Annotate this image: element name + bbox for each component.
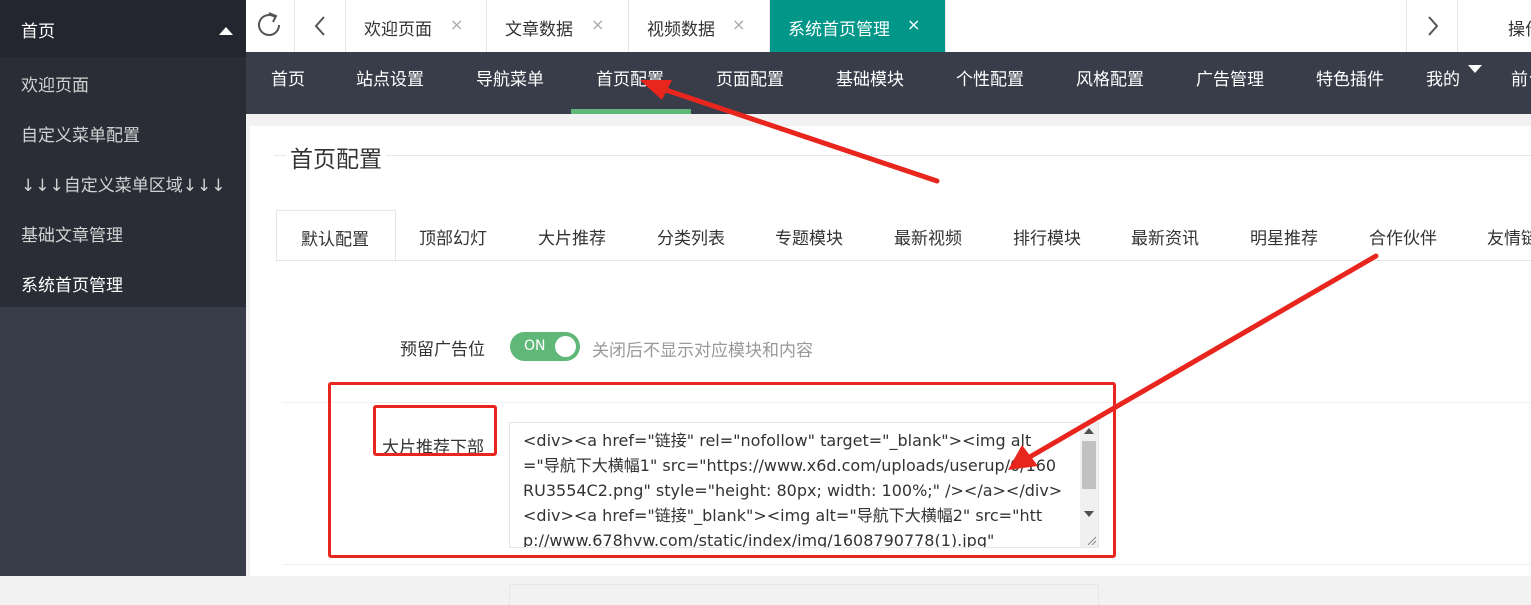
- switch-knob: [555, 336, 576, 357]
- tab-label: 默认配置: [301, 230, 369, 250]
- nav-label: 广告管理: [1196, 70, 1264, 90]
- tab-welcome[interactable]: 欢迎页面 ×: [346, 0, 487, 52]
- tab-label: 专题模块: [775, 229, 843, 249]
- caret-up-icon: [219, 27, 233, 35]
- section-title: 首页配置: [286, 140, 386, 174]
- tab-label: 欢迎页面: [364, 20, 432, 40]
- fieldset-border: [274, 155, 1531, 156]
- nav-label: 导航菜单: [476, 70, 544, 90]
- next-field-input[interactable]: [509, 584, 1099, 605]
- close-icon[interactable]: ×: [591, 15, 604, 34]
- sidebar-item-custom-menu-area[interactable]: ↓↓↓自定义菜单区域↓↓↓: [0, 157, 246, 207]
- sidebar-item-label: 欢迎页面: [21, 76, 89, 96]
- nav-label: 站点设置: [356, 70, 424, 90]
- sidebar-item-custom-menu[interactable]: 自定义菜单配置: [0, 107, 246, 157]
- close-icon[interactable]: ×: [450, 15, 463, 34]
- tab-label: 视频数据: [647, 20, 715, 40]
- sidebar-header-label: 首页: [21, 22, 55, 42]
- tab-label: 系统首页管理: [788, 20, 890, 40]
- tab-home-manage[interactable]: 系统首页管理 ×: [770, 0, 946, 52]
- nav-label: 特色插件: [1316, 70, 1384, 90]
- ad-slot-hint: 关闭后不显示对应模块和内容: [592, 341, 813, 361]
- sidebar-item-home-manage[interactable]: 系统首页管理: [0, 257, 246, 307]
- tab-label: 顶部幻灯: [419, 229, 487, 249]
- refresh-icon: [258, 12, 280, 36]
- sidebar-item-label: 基础文章管理: [21, 226, 123, 246]
- nav-label: 首页: [271, 70, 305, 90]
- sidebar-item-welcome[interactable]: 欢迎页面: [0, 57, 246, 107]
- nav-label: 基础模块: [836, 70, 904, 90]
- sidebar-submenu: 欢迎页面 自定义菜单配置 ↓↓↓自定义菜单区域↓↓↓ 基础文章管理 系统首页管理: [0, 57, 246, 307]
- close-icon[interactable]: ×: [907, 15, 920, 34]
- tab-operations-menu[interactable]: 操作: [1508, 15, 1531, 40]
- nav-label: 风格配置: [1076, 70, 1144, 90]
- nav-label: 我的: [1426, 70, 1460, 90]
- nav-label: 前台: [1511, 70, 1531, 90]
- ad-slot-label: 预留广告位: [400, 340, 485, 360]
- refresh-button[interactable]: [246, 0, 295, 52]
- tab-article-data[interactable]: 文章数据 ×: [487, 0, 629, 52]
- sidebar-item-article-manage[interactable]: 基础文章管理: [0, 207, 246, 257]
- tab-label: 合作伙伴: [1369, 229, 1437, 249]
- page-tabbar: 欢迎页面 × 文章数据 × 视频数据 × 系统首页管理 × 操作: [246, 0, 1531, 53]
- nav-label: 个性配置: [956, 70, 1024, 90]
- close-icon[interactable]: ×: [732, 15, 745, 34]
- sidebar-header[interactable]: 首页: [0, 0, 246, 57]
- tab-video-data[interactable]: 视频数据 ×: [629, 0, 770, 52]
- sidebar-item-label: 系统首页管理: [21, 276, 123, 296]
- nav-label: 首页配置: [596, 70, 664, 90]
- sidebar: 首页 欢迎页面 自定义菜单配置 ↓↓↓自定义菜单区域↓↓↓ 基础文章管理 系统首…: [0, 0, 246, 576]
- tab-label: 排行模块: [1013, 229, 1081, 249]
- tabs-divider: [276, 260, 1531, 261]
- switch-state-text: ON: [524, 338, 546, 354]
- tab-label: 文章数据: [505, 20, 573, 40]
- caret-down-icon: [1468, 65, 1482, 73]
- tab-label: 最新视频: [894, 229, 962, 249]
- tab-label: 友情链接: [1487, 229, 1531, 249]
- row-divider: [282, 564, 1531, 565]
- annotation-label-highlight: [373, 405, 497, 456]
- nav-label: 页面配置: [716, 70, 784, 90]
- tab-label: 最新资讯: [1131, 229, 1199, 249]
- sidebar-item-label: ↓↓↓自定义菜单区域↓↓↓: [21, 176, 226, 196]
- sidebar-item-label: 自定义菜单配置: [21, 126, 140, 146]
- tab-label: 分类列表: [657, 229, 725, 249]
- tabs-scroll-right-button[interactable]: [1406, 0, 1458, 52]
- tab-label: 大片推荐: [538, 229, 606, 249]
- ad-slot-switch[interactable]: ON: [510, 332, 580, 361]
- tab-label: 明星推荐: [1250, 229, 1318, 249]
- tabs-scroll-left-button[interactable]: [294, 0, 346, 52]
- chevron-left-icon: [314, 16, 325, 36]
- chevron-right-icon: [1428, 16, 1439, 36]
- top-nav: 首页 站点设置 导航菜单 首页配置 页面配置 基础模块 个性配置 风格配置 广告…: [246, 52, 1531, 114]
- tab-default-config[interactable]: 默认配置: [276, 210, 396, 262]
